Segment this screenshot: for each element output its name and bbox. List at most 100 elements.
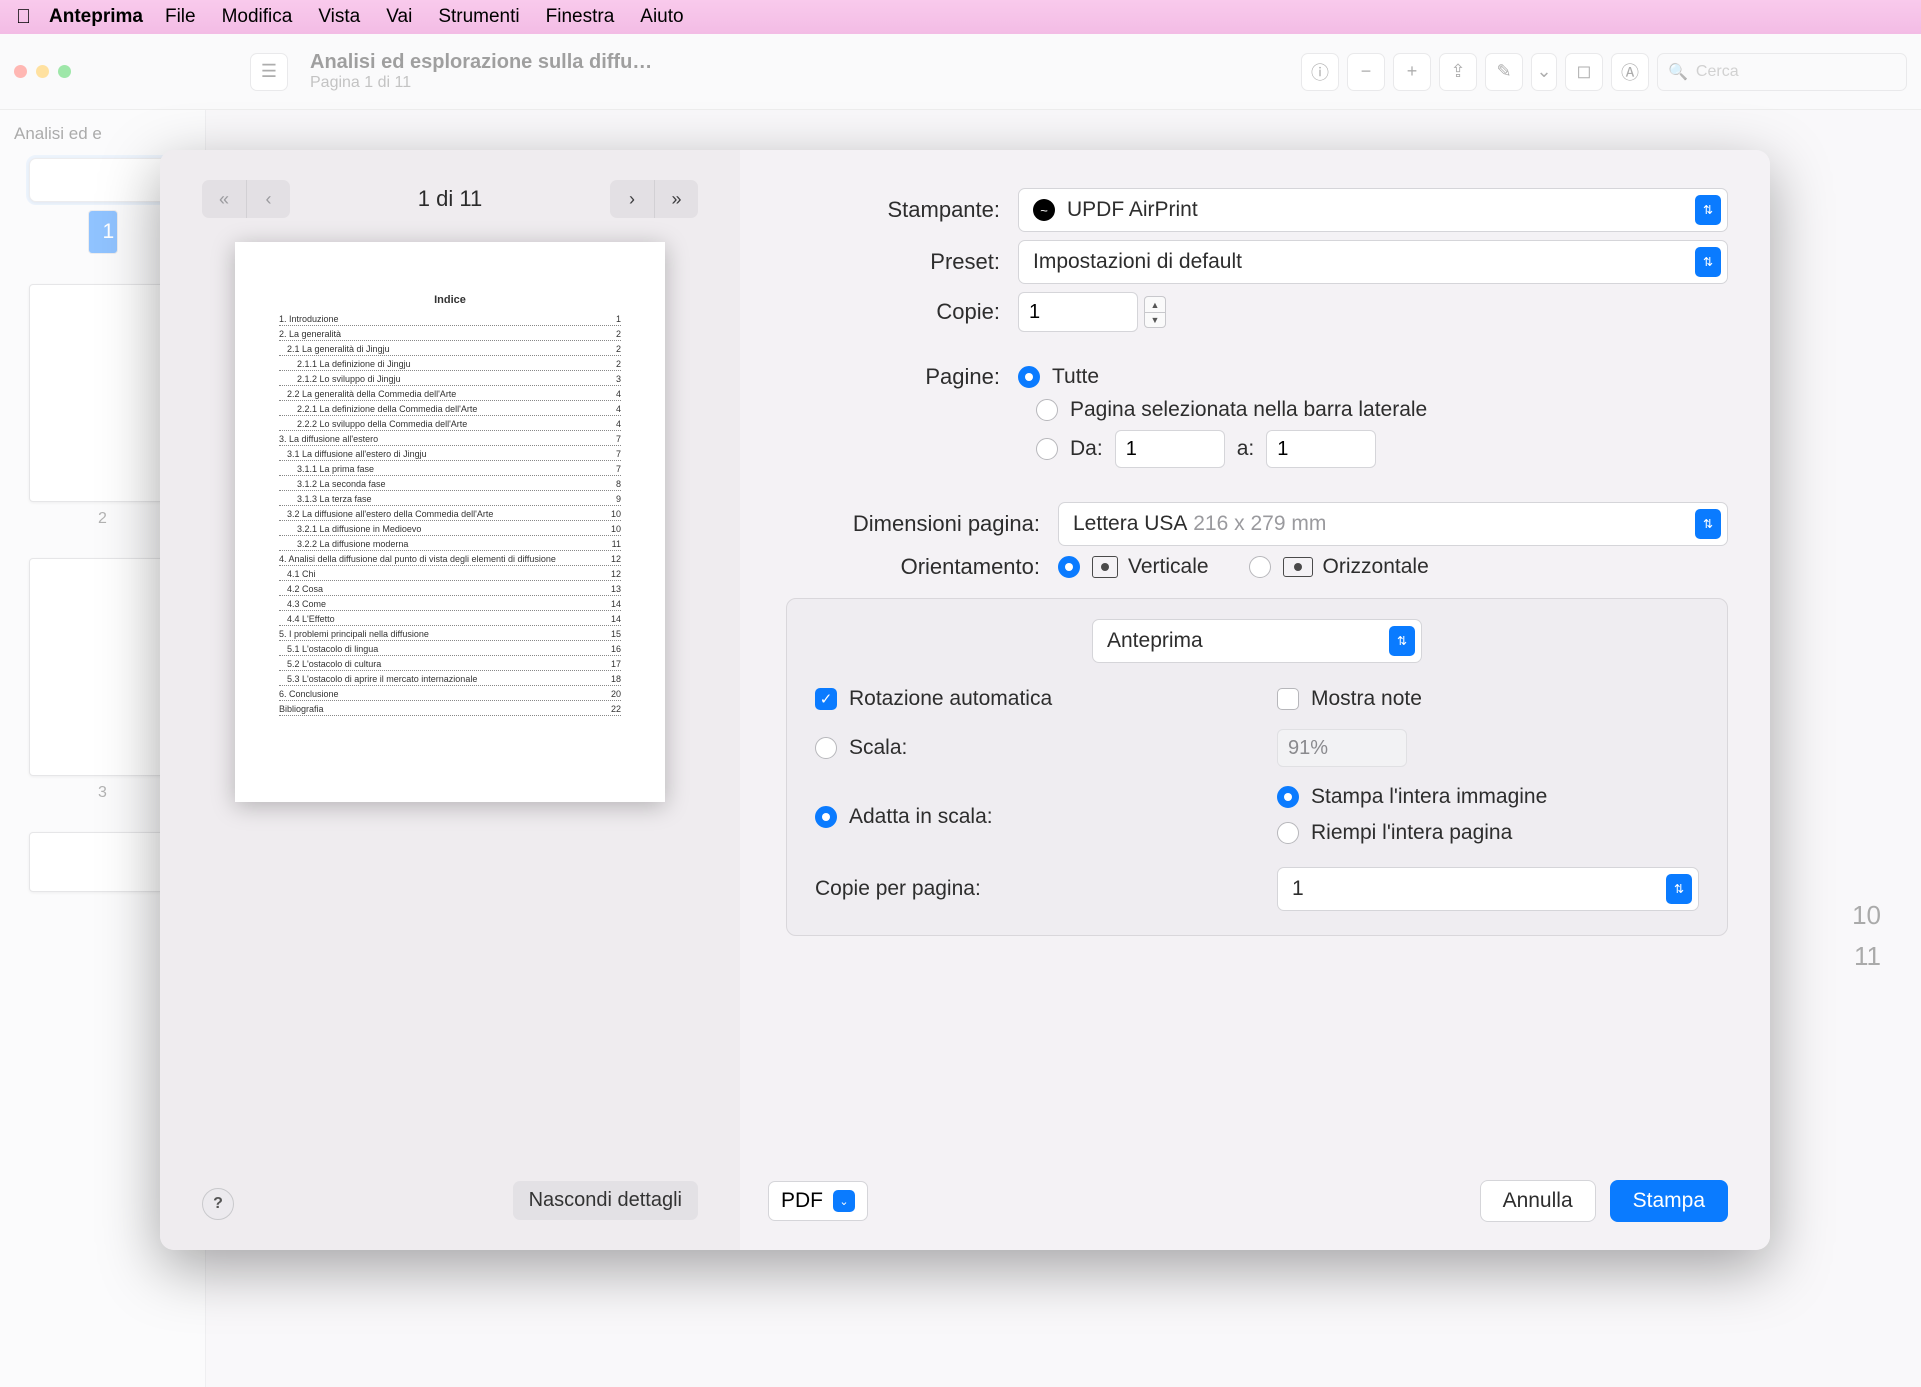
- pages-selected-radio[interactable]: [1036, 399, 1058, 421]
- orientation-label: Orientamento:: [768, 554, 1058, 580]
- menu-help[interactable]: Aiuto: [640, 6, 683, 28]
- menubar[interactable]:  Anteprima File Modifica Vista Vai Stru…: [0, 0, 1921, 34]
- print-dialog: « ‹ 1 di 11 › » Indice 1. Introduzione12…: [160, 150, 1770, 1250]
- scale-to-fit-radio[interactable]: [815, 806, 837, 828]
- app-options-value: Anteprima: [1107, 629, 1203, 653]
- print-preview-sheet: Indice 1. Introduzione12. La generalità2…: [235, 242, 665, 802]
- app-menu[interactable]: Anteprima: [49, 6, 143, 28]
- portrait-label: Verticale: [1128, 555, 1209, 579]
- toc-line: 3.2 La diffusione all'estero della Comme…: [279, 509, 621, 521]
- from-label: Da:: [1070, 437, 1103, 461]
- show-notes-label: Mostra note: [1311, 687, 1422, 711]
- stepper-down-icon[interactable]: ▼: [1144, 312, 1166, 328]
- pages-all-label: Tutte: [1052, 365, 1099, 389]
- toc-line: 4.4 L'Effetto14: [279, 614, 621, 626]
- toc-line: 4.2 Cosa13: [279, 584, 621, 596]
- toc-line: 5.2 L'ostacolo di cultura17: [279, 659, 621, 671]
- paper-size-name: Lettera USA: [1073, 512, 1187, 536]
- toc-line: 4.3 Come14: [279, 599, 621, 611]
- cancel-button[interactable]: Annulla: [1480, 1180, 1596, 1222]
- toc-line: 5.3 L'ostacolo di aprire il mercato inte…: [279, 674, 621, 686]
- toc-line: 3.1.3 La terza fase9: [279, 494, 621, 506]
- toc-line: 1. Introduzione1: [279, 314, 621, 326]
- printer-select[interactable]: ~ UPDF AirPrint ⇅: [1018, 188, 1728, 232]
- portrait-icon: [1092, 556, 1118, 578]
- prev-page-icon[interactable]: ‹: [246, 180, 290, 218]
- auto-rotate-checkbox[interactable]: ✓: [815, 688, 837, 710]
- scale-label: Scala:: [849, 736, 907, 760]
- copies-per-page-value: 1: [1292, 877, 1304, 901]
- app-options-select[interactable]: Anteprima ⇅: [1092, 619, 1422, 663]
- toc-line: 2.1.2 Lo sviluppo di Jingju3: [279, 374, 621, 386]
- toc-line: 2.2.2 Lo sviluppo della Commedia dell'Ar…: [279, 419, 621, 431]
- copies-label: Copie:: [768, 299, 1018, 325]
- menu-window[interactable]: Finestra: [546, 6, 615, 28]
- scale-radio[interactable]: [815, 737, 837, 759]
- pages-label: Pagine:: [768, 364, 1018, 390]
- chevron-updown-icon: ⇅: [1389, 626, 1415, 656]
- toc-line: 4.1 Chi12: [279, 569, 621, 581]
- toc-line: 3. La diffusione all'estero7: [279, 434, 621, 446]
- menu-view[interactable]: Vista: [318, 6, 360, 28]
- print-entire-radio[interactable]: [1277, 786, 1299, 808]
- auto-rotate-label: Rotazione automatica: [849, 687, 1052, 711]
- chevron-updown-icon: ⇅: [1666, 874, 1692, 904]
- toc-line: 5. I problemi principali nella diffusion…: [279, 629, 621, 641]
- copies-stepper[interactable]: ▲ ▼: [1144, 296, 1166, 328]
- chevron-updown-icon: ⇅: [1695, 247, 1721, 277]
- from-input[interactable]: [1115, 430, 1225, 468]
- fill-paper-radio[interactable]: [1277, 822, 1299, 844]
- scale-to-fit-label: Adatta in scala:: [849, 805, 993, 829]
- to-label: a:: [1237, 437, 1255, 461]
- copies-per-page-label: Copie per pagina:: [815, 877, 981, 901]
- print-options-pane: Stampante: ~ UPDF AirPrint ⇅ Preset: Imp…: [740, 150, 1770, 1250]
- landscape-icon: [1283, 557, 1313, 577]
- landscape-label: Orizzontale: [1323, 555, 1429, 579]
- apple-menu-icon[interactable]: : [16, 6, 31, 29]
- toc-line: 3.1.1 La prima fase7: [279, 464, 621, 476]
- pages-all-radio[interactable]: [1018, 366, 1040, 388]
- toc-line: 2.2.1 La definizione della Commedia dell…: [279, 404, 621, 416]
- menu-go[interactable]: Vai: [386, 6, 412, 28]
- toc-line: 2.2 La generalità della Commedia dell'Ar…: [279, 389, 621, 401]
- printer-status-icon: ~: [1033, 199, 1055, 221]
- preset-label: Preset:: [768, 249, 1018, 275]
- portrait-radio[interactable]: [1058, 556, 1080, 578]
- print-button[interactable]: Stampa: [1610, 1180, 1728, 1222]
- preset-value: Impostazioni di default: [1033, 250, 1242, 274]
- first-page-icon[interactable]: «: [202, 180, 246, 218]
- pdf-menu-button[interactable]: PDF ⌄: [768, 1181, 868, 1221]
- last-page-icon[interactable]: »: [654, 180, 698, 218]
- pages-range-radio[interactable]: [1036, 438, 1058, 460]
- toc-line: 3.2.2 La diffusione moderna11: [279, 539, 621, 551]
- copies-input[interactable]: [1018, 292, 1138, 332]
- to-input[interactable]: [1266, 430, 1376, 468]
- next-page-icon[interactable]: ›: [610, 180, 654, 218]
- toc-line: 4. Analisi della diffusione dal punto di…: [279, 554, 621, 566]
- chevron-down-icon: ⌄: [833, 1190, 855, 1212]
- hide-details-button[interactable]: Nascondi dettagli: [513, 1181, 698, 1220]
- menu-edit[interactable]: Modifica: [222, 6, 293, 28]
- menu-tools[interactable]: Strumenti: [438, 6, 519, 28]
- toc-line: 6. Conclusione20: [279, 689, 621, 701]
- paper-size-select[interactable]: Lettera USA 216 x 279 mm ⇅: [1058, 502, 1728, 546]
- help-button[interactable]: ?: [202, 1188, 234, 1220]
- toc-line: Bibliografia22: [279, 704, 621, 716]
- paper-size-label: Dimensioni pagina:: [768, 511, 1058, 537]
- print-entire-label: Stampa l'intera immagine: [1311, 785, 1547, 809]
- menu-file[interactable]: File: [165, 6, 196, 28]
- show-notes-checkbox[interactable]: [1277, 688, 1299, 710]
- copies-per-page-select[interactable]: 1 ⇅: [1277, 867, 1699, 911]
- toc-line: 2.1.1 La definizione di Jingju2: [279, 359, 621, 371]
- chevron-updown-icon: ⇅: [1695, 509, 1721, 539]
- toc-line: 3.2.1 La diffusione in Medioevo10: [279, 524, 621, 536]
- scale-input[interactable]: [1277, 729, 1407, 767]
- chevron-updown-icon: ⇅: [1695, 195, 1721, 225]
- preset-select[interactable]: Impostazioni di default ⇅: [1018, 240, 1728, 284]
- stepper-up-icon[interactable]: ▲: [1144, 296, 1166, 312]
- landscape-radio[interactable]: [1249, 556, 1271, 578]
- toc-line: 5.1 L'ostacolo di lingua16: [279, 644, 621, 656]
- toc-line: 2. La generalità2: [279, 329, 621, 341]
- toc-line: 2.1 La generalità di Jingju2: [279, 344, 621, 356]
- app-options-panel: Anteprima ⇅ ✓ Rotazione automatica Mostr…: [786, 598, 1728, 936]
